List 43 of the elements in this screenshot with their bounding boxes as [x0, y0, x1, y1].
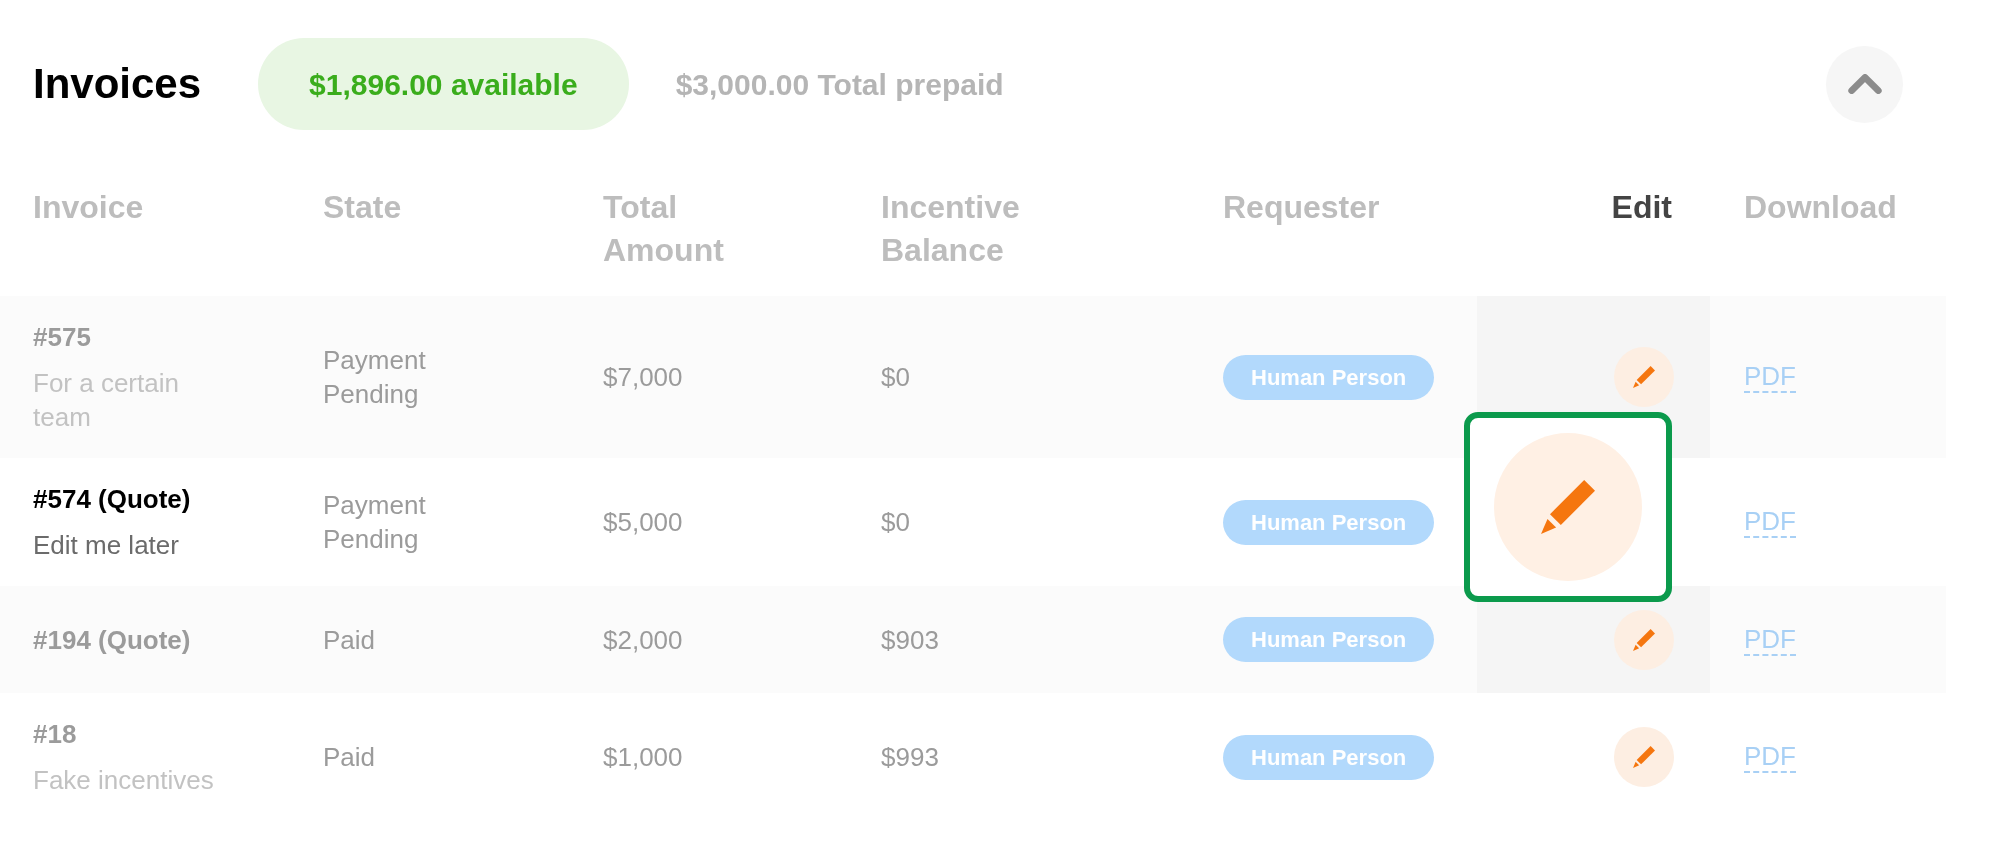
invoice-description: Edit me later: [33, 529, 179, 562]
invoice-description: Fake incentives: [33, 764, 214, 797]
invoice-number: #574 (Quote): [33, 483, 191, 516]
incentive-balance: $0: [881, 361, 910, 394]
column-header: Download: [1744, 188, 1897, 227]
invoice-number: #194 (Quote): [33, 623, 191, 657]
total-amount: $5,000: [603, 506, 683, 539]
requester-badge: Human Person: [1223, 499, 1435, 545]
invoice-state: Paid: [323, 741, 376, 774]
incentive-balance: $903: [881, 623, 939, 657]
requester-badge: Human Person: [1223, 617, 1435, 662]
invoice-description: For a certain team: [33, 367, 180, 434]
column-header: Total Amount: [603, 188, 725, 270]
pencil-icon: [1633, 366, 1655, 388]
requester-badge: Human Person: [1223, 734, 1435, 780]
invoice-state: Payment Pending: [323, 344, 427, 411]
pdf-link[interactable]: PDF: [1744, 506, 1796, 538]
column-header: Requester: [1223, 188, 1380, 227]
pdf-link[interactable]: PDF: [1744, 741, 1796, 773]
pencil-icon: [1633, 628, 1655, 651]
pdf-link[interactable]: PDF: [1744, 623, 1796, 656]
invoice-state: Payment Pending: [323, 489, 427, 556]
total-amount: $2,000: [603, 623, 683, 657]
incentive-balance: $0: [881, 506, 910, 539]
available-balance-badge: $1,896.00 available: [258, 38, 629, 130]
edit-button[interactable]: [1614, 727, 1674, 787]
invoice-number: #18: [33, 718, 77, 751]
requester-badge: Human Person: [1223, 354, 1435, 400]
total-amount: $7,000: [603, 361, 683, 394]
invoice-number: #575: [33, 321, 91, 354]
total-amount: $1,000: [603, 741, 683, 774]
column-header: State: [323, 188, 402, 227]
column-header: Incentive Balance: [881, 188, 1021, 270]
pencil-icon: [1633, 746, 1655, 768]
pdf-link[interactable]: PDF: [1744, 361, 1796, 393]
column-header: Invoice: [33, 188, 144, 227]
chevron-up-icon: [1847, 74, 1882, 94]
prepaid-total: $3,000.00 Total prepaid: [675, 66, 1004, 103]
column-header: Edit: [1611, 188, 1672, 227]
incentive-balance: $993: [881, 741, 939, 774]
page-title: Invoices: [33, 63, 202, 105]
pencil-icon: [1541, 480, 1595, 534]
invoice-state: Paid: [323, 623, 376, 657]
